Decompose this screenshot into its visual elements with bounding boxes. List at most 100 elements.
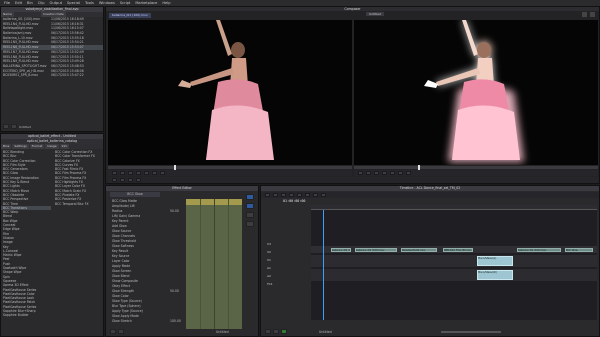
effect-palette-tab[interactable]: Settings bbox=[12, 144, 29, 149]
bin-footer-label: Untitled bbox=[19, 124, 31, 129]
maximize-icon[interactable] bbox=[582, 12, 587, 17]
effect-palette-tab[interactable]: Usage bbox=[45, 144, 59, 149]
track-label: A1 bbox=[267, 266, 271, 270]
step-forward-button[interactable] bbox=[144, 171, 149, 175]
timeline-tool-6[interactable] bbox=[305, 193, 310, 197]
timeline-tool-4[interactable] bbox=[289, 193, 294, 197]
menu-item[interactable]: Marketplace bbox=[135, 1, 157, 5]
track-header[interactable]: V3 bbox=[267, 240, 311, 248]
record-play-button[interactable] bbox=[382, 171, 387, 175]
effect-editor-button-1[interactable] bbox=[110, 329, 116, 334]
tool-button-3[interactable] bbox=[128, 178, 133, 182]
effect-editor-side-tools bbox=[246, 194, 258, 227]
track-header[interactable]: V1 bbox=[267, 256, 311, 264]
effect-parameter[interactable]: Glow Stretch 100.00 bbox=[110, 319, 186, 324]
audio-clip[interactable]: Mono/Stereo(R) bbox=[477, 270, 513, 280]
bin-clip-row[interactable]: BC050R01_SPR_B.mov 06/17/2015 15:47:22 bbox=[1, 73, 103, 78]
track-lane-a1 bbox=[311, 255, 597, 267]
tool-button-2[interactable] bbox=[120, 178, 125, 182]
splice-in-button[interactable] bbox=[152, 171, 157, 175]
effect-palette-tab[interactable]: Format bbox=[29, 144, 45, 149]
effect-tool-button-3[interactable] bbox=[246, 212, 254, 218]
timeline-zoom-slider[interactable] bbox=[441, 331, 501, 333]
menu-item[interactable]: File bbox=[4, 1, 10, 5]
menu-item[interactable]: Output bbox=[50, 1, 62, 5]
step-back-button[interactable] bbox=[128, 171, 133, 175]
playhead[interactable] bbox=[323, 210, 324, 320]
timeline-panel: Timeline - ACL Dance_final_sel_TM_02 01:… bbox=[260, 185, 600, 337]
effect-item[interactable]: BCC Temporal Blur FX bbox=[53, 202, 103, 206]
record-step-forward-button[interactable] bbox=[390, 171, 395, 175]
track-area[interactable]: ballerina_l01 (100).mov ballerina_l01 (1… bbox=[311, 210, 597, 320]
effect-tool-button-2[interactable] bbox=[246, 203, 254, 209]
tool-button-1[interactable] bbox=[112, 178, 117, 182]
play-button[interactable] bbox=[136, 171, 141, 175]
timeline-button-2[interactable] bbox=[273, 329, 279, 334]
record-mark-out-button[interactable] bbox=[366, 171, 371, 175]
parameter-value[interactable]: 50.00 bbox=[170, 209, 179, 214]
record-position-bar[interactable] bbox=[354, 165, 598, 170]
timeline-button-1[interactable] bbox=[265, 329, 271, 334]
bin-menu-button[interactable] bbox=[3, 124, 9, 129]
timeline-clip[interactable]: Balletspotlight.mov bbox=[401, 248, 437, 252]
overwrite-button[interactable] bbox=[160, 171, 165, 175]
menu-item[interactable]: Clip bbox=[38, 1, 45, 5]
record-step-back-button[interactable] bbox=[374, 171, 379, 175]
timeline-tool-8[interactable] bbox=[321, 193, 326, 197]
timeline-tool-7[interactable] bbox=[313, 193, 318, 197]
composer-window: Composer ballerina_l01 (100).mov Untitle… bbox=[105, 6, 600, 184]
menu-item[interactable]: Script bbox=[120, 1, 130, 5]
effect-category-list: BCC Blending BCC Blur BCC Color Correction… bbox=[1, 150, 51, 330]
menu-item[interactable]: Edit bbox=[15, 1, 22, 5]
timeline-tool-3[interactable] bbox=[281, 193, 286, 197]
record-monitor-tab[interactable]: Untitled bbox=[366, 12, 384, 16]
timeline-tool-5[interactable] bbox=[297, 193, 302, 197]
timeline-toolbar bbox=[261, 192, 599, 198]
composer-title: Composer bbox=[106, 7, 599, 11]
effect-tool-button-1[interactable] bbox=[246, 194, 254, 200]
menu-item[interactable]: Bin bbox=[27, 1, 33, 5]
timeline-clip[interactable]: ballerina_l01 (100).mov bbox=[355, 248, 397, 252]
timeline-tool-2[interactable] bbox=[273, 193, 278, 197]
ballerina-glow-frame bbox=[354, 20, 598, 165]
lift-button[interactable] bbox=[398, 171, 403, 175]
track-lane-a2 bbox=[311, 269, 597, 281]
track-header[interactable]: TC1 bbox=[267, 280, 311, 288]
parameter-value[interactable]: 100.00 bbox=[170, 319, 181, 324]
effect-palette-tab[interactable]: Info bbox=[59, 144, 70, 149]
mark-out-button[interactable] bbox=[120, 171, 125, 175]
track-label: TC1 bbox=[267, 282, 273, 286]
track-header[interactable]: A1 bbox=[267, 264, 311, 272]
track-header[interactable]: A2 bbox=[267, 272, 311, 280]
menu-item[interactable]: Tools bbox=[85, 1, 94, 5]
timeline-button-3[interactable] bbox=[281, 329, 287, 334]
effect-category-item[interactable]: Sapphire Builder bbox=[1, 313, 51, 317]
menu-item[interactable]: Special bbox=[67, 1, 80, 5]
menu-item[interactable]: Help bbox=[162, 1, 170, 5]
timeline-clip[interactable]: ballerina_l01 (100).mov bbox=[517, 248, 561, 252]
audio-clip[interactable]: Mono/Stereo(L) bbox=[477, 256, 513, 266]
timeline-clip[interactable]: REEL1N4_FULLHD.mov bbox=[443, 248, 473, 252]
record-transport-controls bbox=[354, 170, 598, 176]
track-header[interactable]: V2 bbox=[267, 248, 311, 256]
source-monitor[interactable] bbox=[108, 20, 352, 165]
menu-item[interactable]: Windows bbox=[99, 1, 115, 5]
close-icon[interactable] bbox=[590, 12, 595, 17]
mark-in-button[interactable] bbox=[112, 171, 117, 175]
keyframe-graph[interactable] bbox=[186, 199, 242, 329]
parameter-value[interactable]: 50.00 bbox=[170, 289, 179, 294]
record-mark-in-button[interactable] bbox=[358, 171, 363, 175]
effect-editor-button-2[interactable] bbox=[118, 329, 124, 334]
timeline-tool-1[interactable] bbox=[265, 193, 270, 197]
record-monitor[interactable] bbox=[354, 20, 598, 165]
extract-button[interactable] bbox=[406, 171, 411, 175]
effect-tool-button-4[interactable] bbox=[246, 221, 254, 227]
bin-view-button[interactable] bbox=[11, 124, 17, 129]
effect-palette-tab[interactable]: Bins bbox=[1, 144, 12, 149]
source-monitor-tab[interactable]: ballerina_l01 (100).mov bbox=[109, 12, 151, 18]
timeline-clip[interactable]: ballerina_l01 (100).mov bbox=[331, 248, 351, 252]
source-position-bar[interactable] bbox=[108, 165, 352, 170]
timeline-clip[interactable]: BCC Glow bbox=[565, 248, 593, 252]
tool-button-4[interactable] bbox=[136, 178, 141, 182]
track-label: V2 bbox=[267, 250, 271, 254]
